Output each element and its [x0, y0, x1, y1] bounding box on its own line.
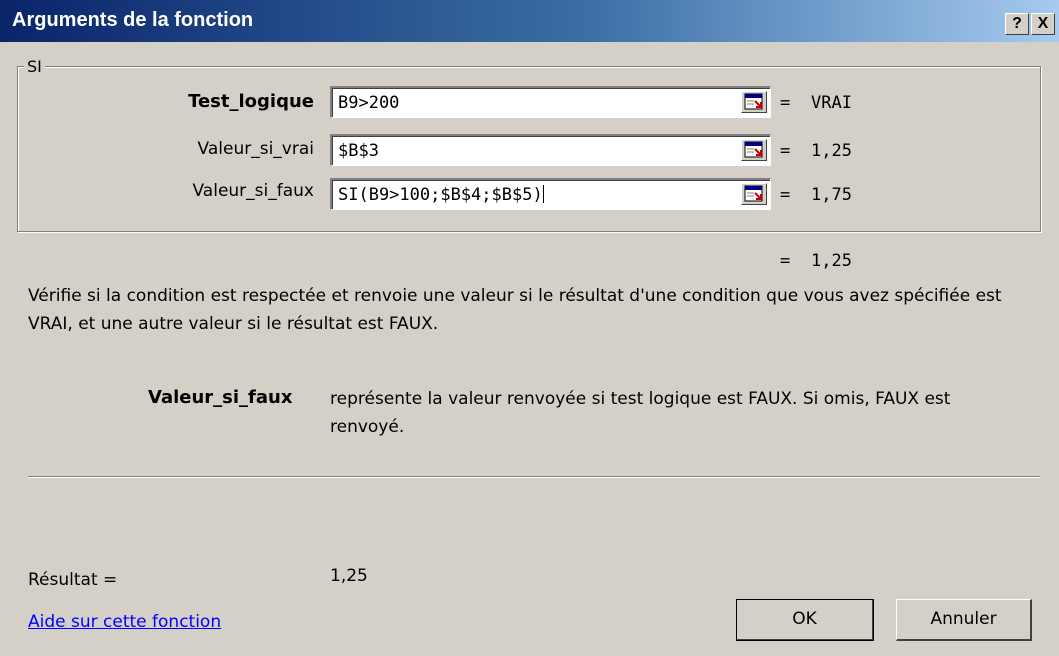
- formula-result-value: 1,25: [811, 251, 852, 271]
- arg-equals: =: [780, 141, 791, 161]
- arg-label-valeur-si-faux: Valeur_si_faux: [192, 181, 315, 201]
- collapse-dialog-icon[interactable]: [741, 183, 767, 205]
- function-name-label: SI: [24, 57, 45, 76]
- collapse-dialog-icon[interactable]: [741, 139, 767, 161]
- arg-result-valeur-si-vrai: 1,25: [811, 141, 852, 161]
- arg-result-valeur-si-faux: 1,75: [811, 185, 852, 205]
- ok-button[interactable]: OK: [736, 599, 874, 641]
- arg-result-test-logique: VRAI: [811, 93, 852, 113]
- result-value: 1,25: [330, 566, 368, 586]
- arg-value: SI(B9>100;$B$4;$B$5): [338, 185, 543, 205]
- cancel-button[interactable]: Annuler: [896, 599, 1032, 641]
- arg-equals: =: [780, 93, 791, 113]
- arg-input-valeur-si-vrai[interactable]: $B$3: [330, 134, 771, 166]
- collapse-dialog-icon[interactable]: [741, 91, 767, 113]
- arg-value: $B$3: [338, 141, 379, 161]
- help-link[interactable]: Aide sur cette fonction: [28, 612, 221, 632]
- text-caret: [542, 185, 544, 203]
- argument-help-text: représente la valeur renvoyée si test lo…: [330, 389, 951, 437]
- formula-result-equals: =: [780, 251, 791, 271]
- close-button[interactable]: X: [1031, 13, 1055, 35]
- separator: [28, 476, 1040, 478]
- arg-label-valeur-si-vrai: Valeur_si_vrai: [197, 139, 314, 159]
- function-description: Vérifie si la condition est respectée et…: [28, 286, 1002, 334]
- arg-value: B9>200: [338, 93, 400, 113]
- arg-input-valeur-si-faux[interactable]: SI(B9>100;$B$4;$B$5): [330, 178, 771, 210]
- title-bar: Arguments de la fonction ? X: [0, 0, 1059, 42]
- help-button[interactable]: ?: [1005, 13, 1029, 35]
- window-title: Arguments de la fonction: [12, 9, 254, 31]
- arg-input-test-logique[interactable]: B9>200: [330, 86, 771, 118]
- argument-help-name: Valeur_si_faux: [148, 387, 293, 408]
- arg-label-test-logique: Test_logique: [188, 91, 314, 112]
- result-label: Résultat =: [28, 570, 118, 590]
- arg-equals: =: [780, 185, 791, 205]
